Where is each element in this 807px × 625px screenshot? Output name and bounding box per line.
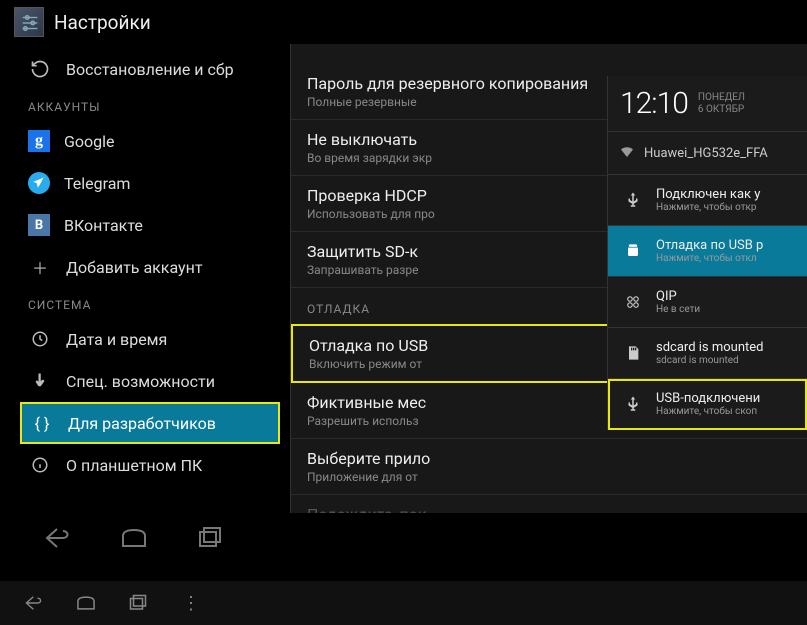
notif-usb-connection[interactable]: USB-подключени Нажмите, чтобы скоп [608,379,807,430]
sidebar-section-system: СИСТЕМА [20,288,280,318]
option-subtitle: Приложение для от [307,470,791,484]
qip-icon [618,287,648,317]
braces-icon: { } [30,411,54,435]
notif-subtitle: Нажмите, чтобы откр [656,202,760,213]
sidebar-label: Спец. возможности [66,372,215,391]
clock-date: ПОНЕДЕЛ 6 ОКТЯБР [698,92,745,116]
usb-icon [618,389,648,419]
sdcard-icon [618,338,648,368]
vk-icon: B [28,214,50,236]
restore-icon [28,57,52,81]
notif-title: Отладка по USB р [656,238,763,253]
notification-shade: 12:10 ПОНЕДЕЛ 6 ОКТЯБР Huawei_HG532e_FFA… [607,76,807,430]
option-wait-debugger[interactable]: Подождите, пок [291,495,807,514]
sidebar-label: Для разработчиков [68,414,216,433]
plus-icon: ＋ [28,255,52,279]
notif-subtitle: Нажмите, чтобы откл [656,253,763,264]
notif-subtitle: Не в сети [656,304,700,315]
page-title: Настройки [54,11,151,34]
taskbar-back-button[interactable] [20,589,48,617]
sidebar-item-add-account[interactable]: ＋ Добавить аккаунт [20,246,280,288]
settings-sidebar: Восстановление и сбр АККАУНТЫ g Google T… [0,44,280,514]
wifi-quick-setting[interactable]: Huawei_HG532e_FFA [608,132,807,175]
notif-title: USB-подключени [656,391,760,406]
sidebar-label: Восстановление и сбр [66,60,234,79]
sidebar-item-telegram[interactable]: Telegram [20,162,280,204]
sidebar-item-google[interactable]: g Google [20,120,280,162]
google-icon: g [28,130,50,152]
notif-subtitle: Нажмите, чтобы скоп [656,406,760,417]
sidebar-label: Дата и время [66,330,167,349]
info-icon [28,453,52,477]
android-navbar [0,513,807,563]
sidebar-label: Добавить аккаунт [66,258,203,277]
title-bar: Настройки [0,0,807,44]
clock-row[interactable]: 12:10 ПОНЕДЕЛ 6 ОКТЯБР [608,76,807,132]
settings-app-icon [14,7,44,37]
sidebar-label: Telegram [64,174,130,193]
sidebar-item-vk[interactable]: B ВКонтакте [20,204,280,246]
taskbar-home-button[interactable] [72,589,100,617]
notif-sdcard[interactable]: sdcard is mounted sdcard is mounted [608,328,807,379]
usb-icon [618,185,648,215]
sidebar-label: Google [64,132,115,151]
notif-title: sdcard is mounted [656,340,764,355]
notif-qip[interactable]: QIP Не в сети [608,277,807,328]
sidebar-item-about[interactable]: О планшетном ПК [20,444,280,486]
sidebar-item-datetime[interactable]: Дата и время [20,318,280,360]
notif-subtitle: sdcard is mounted [656,355,764,366]
hand-icon [28,369,52,393]
notif-title: QIP [656,289,700,304]
taskbar-recent-button[interactable] [124,589,152,617]
sidebar-label: О планшетном ПК [66,456,202,475]
sidebar-item-restore[interactable]: Восстановление и сбр [20,48,280,90]
host-taskbar: ⋮ [0,581,807,625]
sidebar-item-accessibility[interactable]: Спец. возможности [20,360,280,402]
wifi-icon [618,142,636,164]
clock-time: 12:10 [620,86,688,121]
back-button[interactable] [40,520,76,556]
recent-apps-button[interactable] [192,520,228,556]
sidebar-item-developer[interactable]: { } Для разработчиков [20,402,280,444]
notif-title: Подключен как у [656,187,760,202]
developer-options-panel: Пароль для резервного копирования Полные… [290,44,807,514]
android-icon [618,236,648,266]
option-title: Выберите прило [307,449,791,468]
sidebar-label: ВКонтакте [64,216,143,235]
clock-icon [28,327,52,351]
notif-usb-debug[interactable]: Отладка по USB р Нажмите, чтобы откл [608,226,807,277]
option-select-app[interactable]: Выберите прило Приложение для от [291,439,807,495]
sidebar-section-accounts: АККАУНТЫ [20,90,280,120]
taskbar-menu-button[interactable]: ⋮ [176,589,204,617]
telegram-icon [28,172,50,194]
wifi-ssid: Huawei_HG532e_FFA [644,146,768,161]
home-button[interactable] [116,520,152,556]
notif-usb-connected[interactable]: Подключен как у Нажмите, чтобы откр [608,175,807,226]
